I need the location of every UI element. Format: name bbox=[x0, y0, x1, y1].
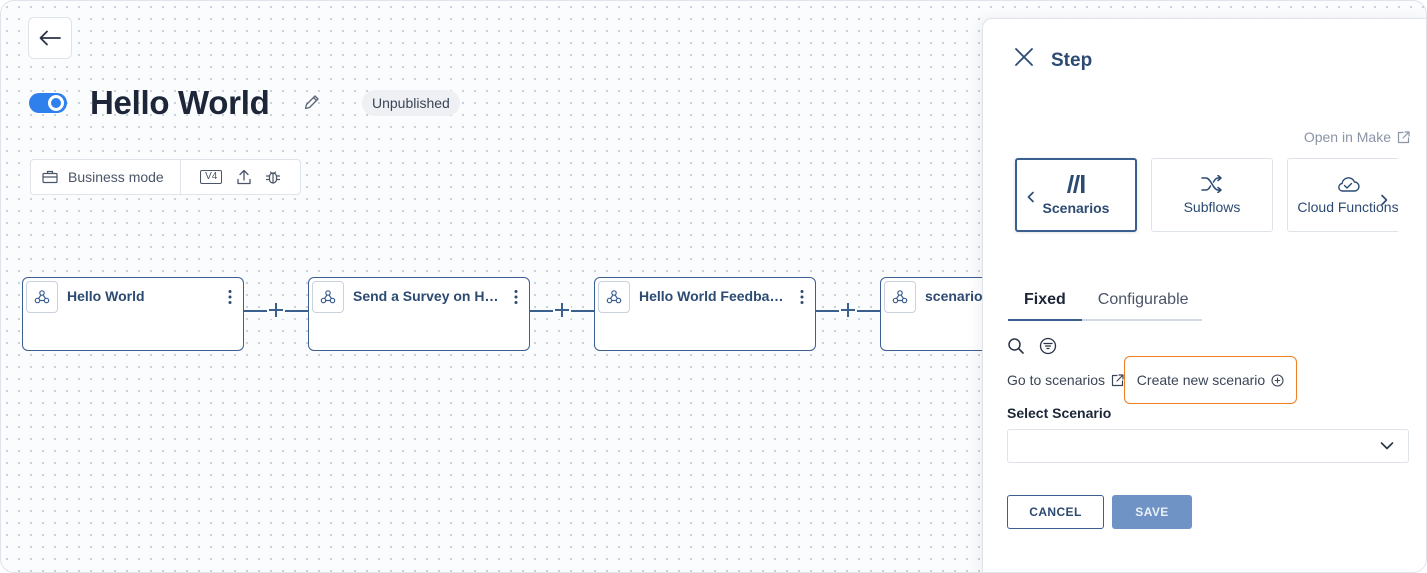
external-link-icon bbox=[1397, 130, 1410, 143]
webhook-icon bbox=[884, 281, 916, 313]
tab-configurable[interactable]: Configurable bbox=[1082, 283, 1205, 321]
open-in-make-label: Open in Make bbox=[1303, 129, 1391, 145]
node-title: Hello World Feedback... bbox=[639, 288, 791, 304]
webhook-icon bbox=[598, 281, 630, 313]
panel-title: Step bbox=[1051, 50, 1093, 71]
flow-node[interactable]: Send a Survey on Hell... bbox=[308, 277, 530, 351]
toggle-knob bbox=[48, 95, 64, 111]
select-scenario-dropdown[interactable] bbox=[1007, 429, 1409, 463]
make-logo-icon bbox=[1067, 175, 1085, 193]
canvas: Hello World Unpublished Business mode V4 bbox=[0, 0, 1427, 573]
chevron-down-icon bbox=[1380, 442, 1394, 450]
add-step-plus-icon[interactable] bbox=[267, 301, 285, 319]
webhook-icon bbox=[26, 281, 58, 313]
business-mode-label: Business mode bbox=[68, 169, 164, 185]
step-panel: Step Open in Make Scenarios Subflows Clo… bbox=[982, 18, 1426, 572]
add-step-plus-icon[interactable] bbox=[839, 301, 857, 319]
more-vertical-icon[interactable] bbox=[227, 289, 233, 305]
chevron-left-icon[interactable] bbox=[1026, 191, 1036, 203]
arrow-left-icon bbox=[39, 30, 61, 46]
more-vertical-icon[interactable] bbox=[513, 289, 519, 305]
chevron-right-icon[interactable] bbox=[1379, 194, 1389, 206]
scenario-tabs: Fixed Configurable bbox=[1008, 283, 1202, 321]
pencil-icon bbox=[304, 95, 319, 110]
create-new-scenario-label: Create new scenario bbox=[1136, 372, 1266, 388]
webhook-icon bbox=[312, 281, 344, 313]
node-title: Send a Survey on Hell... bbox=[353, 288, 505, 304]
close-icon[interactable] bbox=[1013, 46, 1035, 68]
select-scenario-label: Select Scenario bbox=[1007, 405, 1112, 421]
cancel-button[interactable]: CANCEL bbox=[1007, 495, 1104, 529]
filter-icon[interactable] bbox=[1039, 337, 1057, 355]
go-to-scenarios-link[interactable]: Go to scenarios bbox=[1007, 372, 1124, 388]
flow-node[interactable]: Hello World Feedback... bbox=[594, 277, 816, 351]
search-icon[interactable] bbox=[1007, 337, 1025, 355]
card-label: Subflows bbox=[1183, 199, 1241, 215]
bug-icon[interactable] bbox=[265, 169, 281, 185]
card-subflows[interactable]: Subflows bbox=[1151, 158, 1273, 232]
more-vertical-icon[interactable] bbox=[799, 289, 805, 305]
shuffle-icon bbox=[1201, 175, 1222, 193]
tab-fixed[interactable]: Fixed bbox=[1008, 283, 1082, 321]
publish-toggle[interactable] bbox=[29, 93, 67, 113]
go-to-scenarios-label: Go to scenarios bbox=[1007, 372, 1106, 388]
integration-type-carousel: Scenarios Subflows Cloud Functions bbox=[1013, 156, 1398, 234]
add-step-plus-icon[interactable] bbox=[553, 301, 571, 319]
external-link-icon bbox=[1111, 373, 1124, 386]
briefcase-icon bbox=[42, 170, 58, 184]
status-badge: Unpublished bbox=[362, 90, 460, 116]
cloud-icon bbox=[1338, 177, 1360, 192]
plus-circle-icon bbox=[1271, 373, 1284, 387]
toolbar: Business mode V4 bbox=[30, 159, 301, 195]
upload-icon[interactable] bbox=[236, 169, 251, 185]
open-in-make-link[interactable]: Open in Make bbox=[1304, 129, 1410, 145]
version-badge[interactable]: V4 bbox=[200, 170, 223, 184]
node-title: Hello World bbox=[67, 288, 145, 304]
create-new-scenario-button[interactable]: Create new scenario bbox=[1124, 356, 1297, 404]
toolbar-icons: V4 bbox=[181, 160, 300, 194]
flow-node[interactable]: Hello World bbox=[22, 277, 244, 351]
business-mode-button[interactable]: Business mode bbox=[31, 160, 181, 194]
edit-title-button[interactable] bbox=[303, 93, 323, 113]
back-button[interactable] bbox=[28, 17, 72, 59]
card-label: Scenarios bbox=[1042, 200, 1110, 216]
save-button[interactable]: SAVE bbox=[1112, 495, 1192, 529]
page-title: Hello World bbox=[90, 84, 270, 121]
